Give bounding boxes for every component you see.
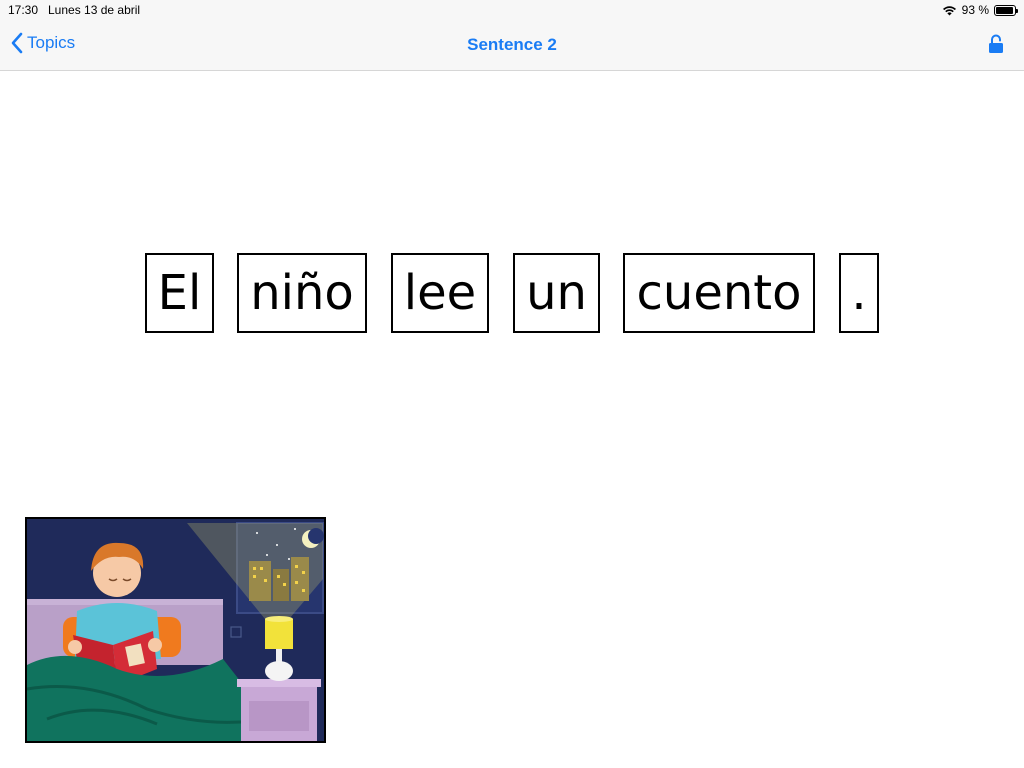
status-indicators: 93 % xyxy=(942,2,1018,18)
lock-open-icon xyxy=(988,34,1004,54)
wifi-icon xyxy=(942,5,957,16)
navigation-bar: Topics Sentence 2 xyxy=(0,20,1024,71)
boy-reading-in-bed-illustration xyxy=(27,519,324,741)
page-title: Sentence 2 xyxy=(467,35,557,54)
battery-level-fill xyxy=(996,6,1013,14)
lock-button[interactable] xyxy=(988,34,1004,54)
screen: 17:30 Lunes 13 de abril 93 % Topics Sent… xyxy=(0,0,1024,768)
status-bar: 17:30 Lunes 13 de abril 93 % xyxy=(0,0,1024,20)
word-card-nino[interactable]: niño xyxy=(237,253,367,333)
battery-icon xyxy=(994,4,1018,16)
battery-percentage: 93 % xyxy=(961,3,989,17)
sentence-picture[interactable] xyxy=(25,517,326,743)
status-date: Lunes 13 de abril xyxy=(48,3,141,17)
word-card-el[interactable]: El xyxy=(145,253,214,333)
status-time: 17:30 xyxy=(8,3,39,17)
word-card-period[interactable]: . xyxy=(839,253,879,333)
word-card-un[interactable]: un xyxy=(513,253,600,333)
word-card-lee[interactable]: lee xyxy=(391,253,489,333)
word-card-cuento[interactable]: cuento xyxy=(623,253,815,333)
battery-cap xyxy=(1016,8,1018,13)
